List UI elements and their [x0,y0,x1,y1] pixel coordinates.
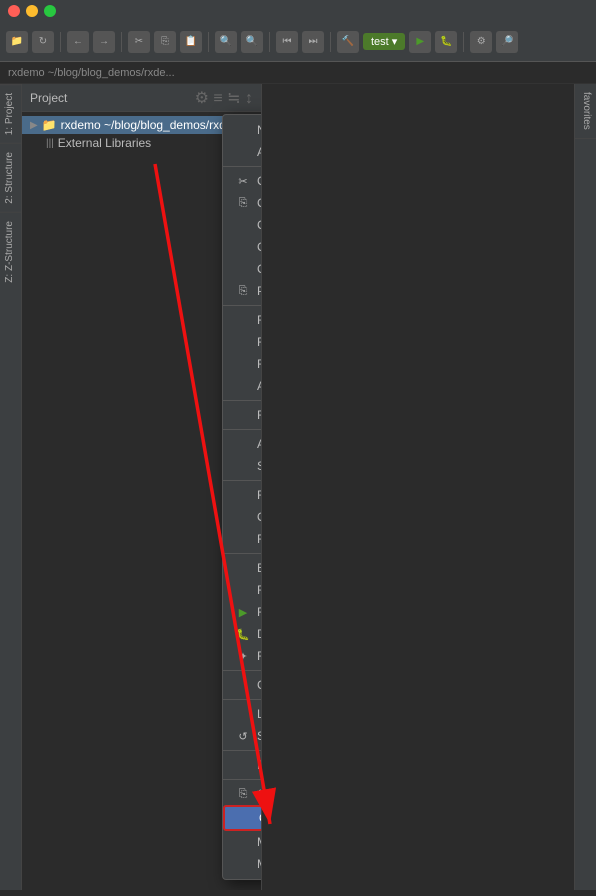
menu-sep-7 [223,670,262,671]
maximize-button[interactable] [44,5,56,17]
paste-icon[interactable]: 📋 [180,31,202,53]
menu-item-build-module[interactable]: Build Module 'rxdemo' [223,557,262,579]
menu-item-run[interactable]: ▶ Run ▶ [223,601,262,623]
project-tab[interactable]: 1: Project [0,84,21,143]
menu-item-refactor[interactable]: Refactor ▶ [223,404,262,426]
debug-menu-icon: 🐛 [235,628,251,641]
titlebar [0,0,596,22]
run-button[interactable]: test ▾ [363,33,405,50]
tree-item-ext-label: External Libraries [58,136,151,150]
left-tabs: 1: Project 2: Structure Z: Z-Structure [0,84,22,890]
menu-item-optimize-imports[interactable]: Optimize Imports ^⌥O [223,506,262,528]
sync-menu-icon: ↺ [235,730,251,743]
favorites-tab[interactable]: favorites [575,84,596,139]
paste-menu-icon: ⎘ [235,285,251,298]
menu-sep-9 [223,750,262,751]
folder-icon[interactable]: 📁 [6,31,28,53]
menu-sep-2 [223,305,262,306]
menu-sep-4 [223,429,262,430]
menu-item-find-in-path[interactable]: Find in Path... ⇧⌘F [223,331,262,353]
toolbar-separator-4 [269,32,270,52]
menu-sep-1 [223,166,262,167]
tree-item-label: rxdemo ~/blog/blog_demos/rxde... [61,118,243,132]
menu-item-open-module-settings[interactable]: Open Module Settings ⌘↓ [223,805,262,831]
menu-item-local-history[interactable]: Local History ▶ [223,703,262,725]
menu-item-run-coverage[interactable]: ✦ Run with Coverage ▶ [223,645,262,667]
sync-icon[interactable]: ↻ [32,31,54,53]
close-button[interactable] [8,5,20,17]
project-panel: Project ⚙ ≡ ≒ ↕ ▶ 📁 rxdemo ~/blog/blog_d… [22,84,262,890]
folder-icon: 📁 [42,118,57,132]
menu-sep-5 [223,480,262,481]
jump-fwd-icon[interactable]: ⏭ [302,31,324,53]
toolbar: 📁 ↻ ← → ✂ ⎘ 📋 🔍 🔍 ⏮ ⏭ 🔨 test ▾ ▶ 🐛 ⚙ 🔎 [0,22,596,62]
structure-tab[interactable]: 2: Structure [0,143,21,212]
toolbar-separator-3 [208,32,209,52]
menu-sep-6 [223,553,262,554]
breadcrumb-bar: rxdemo ~/blog/blog_demos/rxde... [0,62,596,84]
context-menu: New ▶ Add Framework Support... ✂ Cut ⌘X … [222,114,262,880]
menu-item-add-framework[interactable]: Add Framework Support... [223,141,262,163]
menu-item-new[interactable]: New ▶ [223,119,262,141]
menu-item-mark-directory[interactable]: Mark Directory as ▶ [223,853,262,875]
menu-item-remove-module[interactable]: Remove Module ⌦ [223,528,262,550]
menu-item-paste[interactable]: ⎘ Paste ⌘V [223,280,262,302]
forward-icon[interactable]: → [93,31,115,53]
panel-icons[interactable]: ⚙ ≡ ≒ ↕ [195,88,253,108]
minimize-button[interactable] [26,5,38,17]
debug-icon[interactable]: 🐛 [435,31,457,53]
search-icon[interactable]: 🔍 [215,31,237,53]
editor-area [262,84,596,890]
menu-sep-10 [223,779,262,780]
settings-icon[interactable]: ⚙ [470,31,492,53]
run-menu-icon: ▶ [235,606,251,619]
right-tabs: favorites [574,84,596,890]
menu-item-find-usages[interactable]: Find Usages ⌥F7 [223,309,262,331]
menu-sep-8 [223,699,262,700]
menu-item-analyze[interactable]: Analyze ▶ [223,375,262,397]
menu-sep-3 [223,400,262,401]
toolbar-separator-5 [330,32,331,52]
breadcrumb-project-label: rxdemo ~/blog/blog_demos/rxde... [8,67,175,79]
panel-title: Project [30,91,67,105]
menu-item-copy[interactable]: ⎘ Copy ⌘C [223,192,262,214]
tree-arrow: ▶ [30,120,38,131]
main-area: 1: Project 2: Structure Z: Z-Structure P… [0,84,596,890]
menu-item-reformat[interactable]: Reformat Code ⌥⌘L [223,484,262,506]
copy-menu-icon: ⎘ [235,197,251,210]
toolbar-separator-6 [463,32,464,52]
menu-item-move-module[interactable]: Move Module to Group ▶ [223,831,262,853]
menu-item-cut[interactable]: ✂ Cut ⌘X [223,170,262,192]
back-icon[interactable]: ← [67,31,89,53]
menu-item-copy-path[interactable]: Copy Path ⌘⇧C [223,214,262,236]
menu-item-create-run-config[interactable]: Create Run Configuration ▶ [223,674,262,696]
toolbar-separator-2 [121,32,122,52]
run-dropdown-arrow: ▾ [392,35,398,48]
cut-menu-icon: ✂ [235,175,251,188]
menu-item-rebuild-module[interactable]: Rebuild Module 'rxdemo' ⇧⌘F9 [223,579,262,601]
cut-icon[interactable]: ✂ [128,31,150,53]
search2-icon[interactable]: 🔍 [241,31,263,53]
toolbar-separator [60,32,61,52]
menu-item-add-favorites[interactable]: Add to Favorites ▶ [223,433,262,455]
menu-item-copy-relative[interactable]: Copy Relative Path ⌥⇧⌘C [223,258,262,280]
menu-item-synchronize[interactable]: ↺ Synchronize 'rxdemo' [223,725,262,747]
menu-item-compare-with[interactable]: ⎘ Compare With... ⌘D [223,783,262,805]
run-config-name: test [371,36,389,48]
menu-item-reveal-finder[interactable]: Reveal in Finder [223,754,262,776]
library-icon: ||| [46,138,54,149]
inspect-icon[interactable]: 🔎 [496,31,518,53]
coverage-menu-icon: ✦ [235,650,251,663]
menu-item-replace-in-path[interactable]: Replace in Path... ⇧⌘R [223,353,262,375]
z-structure-tab[interactable]: Z: Z-Structure [0,212,21,291]
menu-item-show-thumbnails[interactable]: Show Image Thumbnails ⇧⌘T [223,455,262,477]
menu-item-copy-plain[interactable]: Copy as Plain Text [223,236,262,258]
run-green-icon[interactable]: ▶ [409,31,431,53]
jump-back-icon[interactable]: ⏮ [276,31,298,53]
panel-header: Project ⚙ ≡ ≒ ↕ [22,84,261,112]
menu-item-debug[interactable]: 🐛 Debug ▶ [223,623,262,645]
build-icon[interactable]: 🔨 [337,31,359,53]
copy-icon[interactable]: ⎘ [154,31,176,53]
compare-icon: ⎘ [235,788,251,801]
